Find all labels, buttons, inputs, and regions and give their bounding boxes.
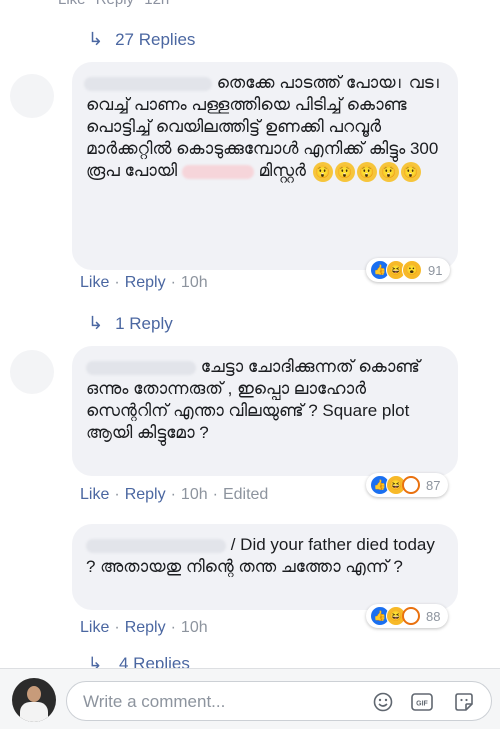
comment-bubble: / Did your father died today ? അതായതു നി… — [72, 524, 458, 610]
author-name-redacted[interactable] — [86, 360, 196, 375]
reply-arrow-icon: ↳ — [88, 313, 104, 333]
redacted-mention — [181, 164, 254, 179]
like-link[interactable]: Like — [58, 0, 86, 8]
author-name-redacted[interactable] — [84, 76, 212, 91]
emoji-icon: 😲 — [356, 161, 377, 182]
comment-composer[interactable]: GIF — [66, 681, 492, 721]
comment-bubble: തെക്കേ പാടത്ത് പോയ। വട। വെച്ച് പാണം പള്ള… — [72, 62, 458, 270]
like-link[interactable]: Like — [80, 274, 109, 291]
reactions-summary[interactable]: 👍 😆 87 — [366, 473, 449, 497]
svg-text:GIF: GIF — [416, 701, 428, 708]
avatar[interactable] — [10, 74, 54, 118]
previous-comment-actions: Like Reply 12h — [58, 0, 175, 8]
avatar[interactable] — [10, 350, 54, 394]
wow-reaction-icon: 😮 — [402, 260, 422, 280]
like-link[interactable]: Like — [80, 486, 109, 503]
replies-count-label: 1 Reply — [115, 313, 173, 333]
reactions-count: 91 — [428, 262, 443, 278]
reply-link[interactable]: Reply — [96, 0, 134, 8]
reply-link[interactable]: Reply — [125, 619, 166, 636]
comment-input[interactable] — [81, 690, 355, 714]
replies-count-label: 4 Replies — [118, 654, 190, 668]
emoji-icon[interactable] — [372, 691, 394, 713]
comment-actions: Like · Reply · 10h — [80, 274, 208, 291]
sticker-icon[interactable] — [453, 691, 475, 713]
view-replies-link[interactable]: ↳ 27 Replies — [88, 29, 195, 50]
emoji-icon: 😲 — [334, 161, 355, 182]
view-replies-link[interactable]: ↳ 1 Reply — [88, 313, 173, 334]
reactions-count: 88 — [426, 608, 441, 624]
author-name-redacted[interactable] — [86, 538, 226, 553]
reactions-summary[interactable]: 👍 😆 88 — [366, 604, 449, 628]
current-user-avatar[interactable] — [12, 678, 56, 722]
angry-reaction-icon — [402, 476, 420, 494]
reply-arrow-icon: ↳ — [88, 29, 104, 49]
timestamp: 12h — [144, 0, 169, 8]
emoji-icon: 😲 — [378, 161, 399, 182]
timestamp[interactable]: 10h — [181, 619, 208, 636]
comment-actions: Like · Reply · 10h — [80, 619, 208, 636]
divider — [0, 668, 500, 669]
reactions-summary[interactable]: 👍 😆 😮 91 — [366, 258, 451, 282]
gif-icon[interactable]: GIF — [411, 691, 433, 713]
emoji-icon: 😲 — [400, 161, 421, 182]
like-link[interactable]: Like — [80, 619, 109, 636]
reactions-count: 87 — [426, 477, 441, 493]
reply-arrow-icon: ↳ — [88, 654, 103, 668]
reply-link[interactable]: Reply — [125, 274, 166, 291]
comment-actions: Like · Reply · 10h · Edited — [80, 486, 269, 503]
angry-reaction-icon — [402, 607, 420, 625]
timestamp[interactable]: 10h — [181, 486, 208, 503]
reply-link[interactable]: Reply — [125, 486, 166, 503]
edited-label[interactable]: Edited — [223, 486, 268, 503]
emoji-icon: 😲 — [312, 161, 333, 182]
replies-count-label: 27 Replies — [115, 29, 196, 49]
view-replies-link[interactable]: ↳ 4 Replies — [88, 654, 190, 668]
timestamp[interactable]: 10h — [181, 274, 208, 291]
comment-text-tail: മിസ്റ്റർ — [258, 161, 306, 180]
comment-bubble: ചേട്ടാ ചോദിക്കുന്നത് കൊണ്ട് ഒന്നും തോന്ന… — [72, 346, 458, 476]
